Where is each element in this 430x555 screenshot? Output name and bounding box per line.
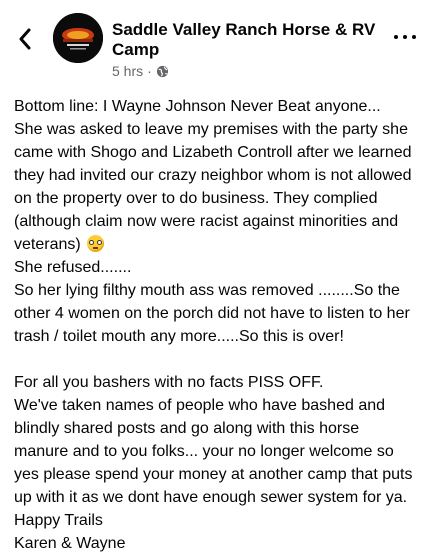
post-line: She was asked to leave my premises with …: [14, 121, 408, 138]
post-line: We've taken names of people who have bas…: [14, 397, 386, 414]
post-line: Karen & Wayne: [14, 535, 126, 552]
post-line: veterans): [14, 236, 81, 253]
back-button[interactable]: [14, 26, 36, 52]
meta-separator: ·: [147, 63, 152, 79]
post-line: they had invited our crazy neighbor whom…: [14, 167, 412, 184]
post-body: Bottom line: I Wayne Johnson Never Beat …: [14, 95, 419, 555]
chevron-left-icon: [19, 28, 31, 50]
post-line: trash / toilet mouth any more.....So thi…: [14, 328, 344, 345]
more-options-button[interactable]: [394, 30, 416, 44]
post-line: blindly shared posts and go along with t…: [14, 420, 360, 437]
post-line: up with it as we dont have enough sewer …: [14, 489, 408, 506]
post-line: She refused.......: [14, 259, 132, 276]
post-line: yes please spend your money at another c…: [14, 466, 413, 483]
post-line-with-emoji: veterans): [14, 233, 419, 256]
post-line: manure and to you folks... your no longe…: [14, 443, 394, 460]
globe-icon: [156, 65, 168, 77]
post-time[interactable]: 5 hrs: [112, 63, 143, 79]
eye-roll-emoji-icon: [87, 235, 105, 252]
post-line: For all you bashers with no facts PISS O…: [14, 374, 324, 391]
ellipsis-icon: [394, 35, 398, 39]
page-name[interactable]: Saddle Valley Ranch Horse & RV Camp: [112, 20, 382, 60]
post-line: on the property over to do business. The…: [14, 190, 378, 207]
post-meta: 5 hrs ·: [112, 63, 169, 79]
post-line: (although claim now were racist against …: [14, 213, 399, 230]
post-line: So her lying filthy mouth ass was remove…: [14, 282, 400, 299]
post-line: Happy Trails: [14, 512, 103, 529]
post-line: other 4 women on the porch did not have …: [14, 305, 410, 322]
post-header: Saddle Valley Ranch Horse & RV Camp 5 hr…: [0, 0, 430, 92]
post-line: came with Shogo and Lizabeth Controll af…: [14, 144, 412, 161]
ranch-logo: [53, 13, 103, 63]
post-line: Bottom line: I Wayne Johnson Never Beat …: [14, 98, 381, 115]
page-avatar[interactable]: [53, 13, 103, 63]
